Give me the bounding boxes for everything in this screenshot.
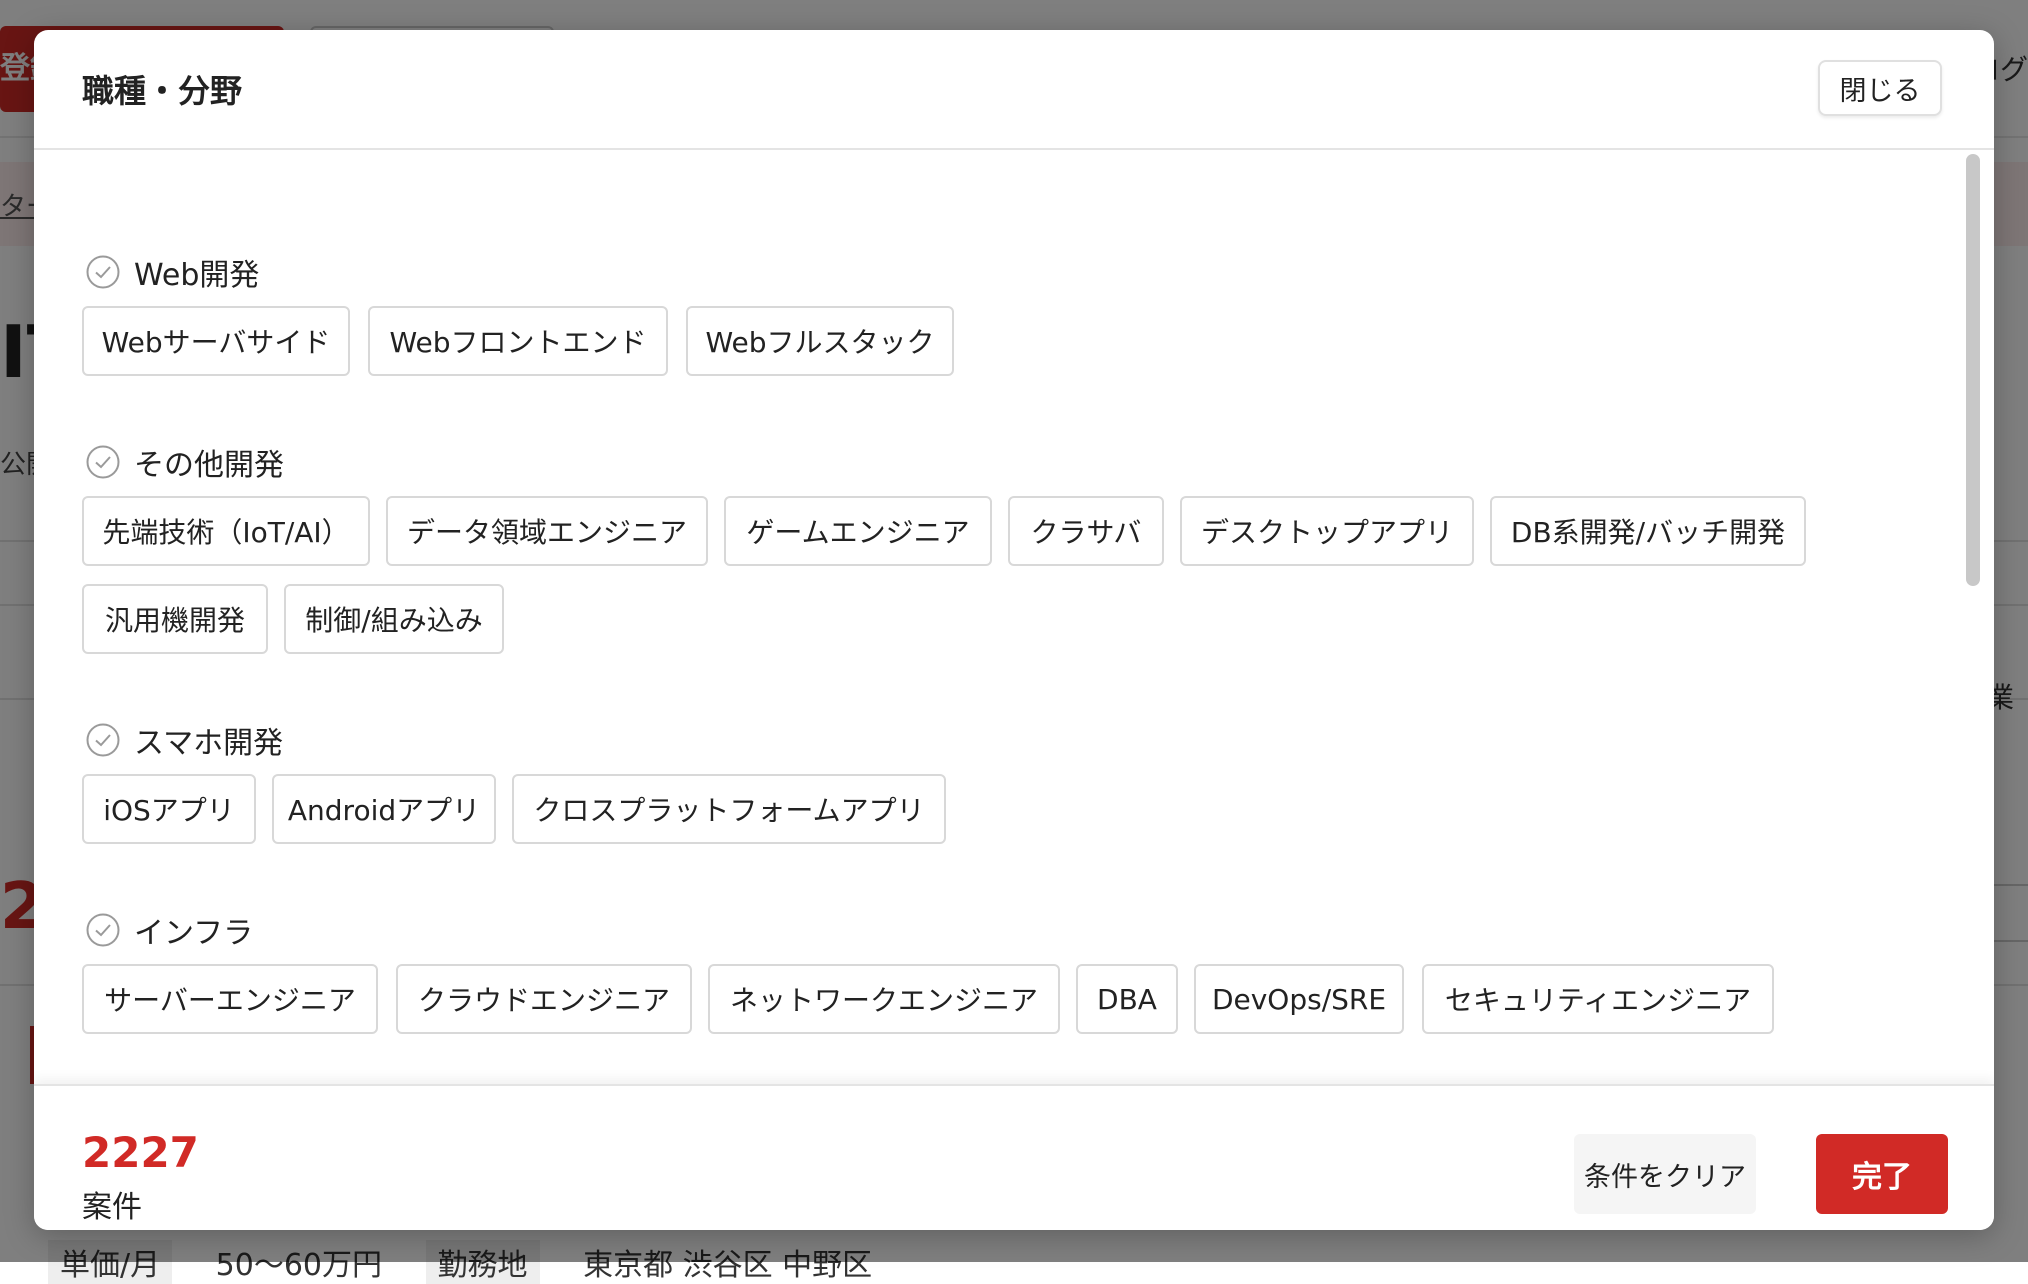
group-label: Web開発 (134, 258, 260, 293)
modal-header: 職種・分野 閉じる (34, 30, 1994, 150)
option-chip-embedded[interactable]: 制御/組み込み (284, 584, 504, 654)
check-circle-icon[interactable] (86, 255, 120, 289)
group-label: スマホ開発 (134, 726, 284, 761)
check-circle-icon[interactable] (86, 445, 120, 479)
option-chip-cross-platform[interactable]: クロスプラットフォームアプリ (512, 774, 946, 844)
option-chip-desktop-app[interactable]: デスクトップアプリ (1180, 496, 1474, 566)
option-chip-security-engineer[interactable]: セキュリティエンジニア (1422, 964, 1774, 1034)
option-chip-devops-sre[interactable]: DevOps/SRE (1194, 964, 1404, 1034)
option-chip-web-server[interactable]: Webサーバサイド (82, 306, 350, 376)
option-chip-client-server[interactable]: クラサバ (1008, 496, 1164, 566)
option-chip-android[interactable]: Androidアプリ (272, 774, 496, 844)
check-circle-icon[interactable] (86, 913, 120, 947)
option-chip-game-engineer[interactable]: ゲームエンジニア (724, 496, 992, 566)
option-chip-db-batch[interactable]: DB系開発/バッチ開発 (1490, 496, 1806, 566)
option-chip-cloud-engineer[interactable]: クラウドエンジニア (396, 964, 692, 1034)
option-chip-web-frontend[interactable]: Webフロントエンド (368, 306, 668, 376)
group-title-other-dev[interactable]: その他開発 (86, 442, 284, 483)
result-count: 2227 (82, 1128, 199, 1177)
group-label: インフラ (134, 916, 254, 951)
option-chip-web-fullstack[interactable]: Webフルスタック (686, 306, 954, 376)
close-button[interactable]: 閉じる (1818, 60, 1942, 116)
option-chip-ios[interactable]: iOSアプリ (82, 774, 256, 844)
option-chip-network-engineer[interactable]: ネットワークエンジニア (708, 964, 1060, 1034)
check-circle-icon[interactable] (86, 723, 120, 757)
modal-footer: 2227 案件 条件をクリア 完了 (34, 1084, 1994, 1230)
modal-title: 職種・分野 (82, 72, 243, 110)
option-chip-mainframe[interactable]: 汎用機開発 (82, 584, 268, 654)
option-chip-server-engineer[interactable]: サーバーエンジニア (82, 964, 378, 1034)
option-chip-advanced-tech[interactable]: 先端技術（IoT/AI） (82, 496, 370, 566)
group-title-infra[interactable]: インフラ (86, 910, 254, 951)
modal-scrollbar[interactable] (1964, 154, 1982, 1084)
done-button[interactable]: 完了 (1816, 1134, 1948, 1214)
option-chip-dba[interactable]: DBA (1076, 964, 1178, 1034)
modal-body[interactable]: Web開発 Webサーバサイド Webフロントエンド Webフルスタック その他… (34, 150, 1958, 1084)
group-title-mobile[interactable]: スマホ開発 (86, 720, 284, 761)
option-chip-data-engineer[interactable]: データ領域エンジニア (386, 496, 708, 566)
group-title-web[interactable]: Web開発 (86, 252, 260, 293)
scrollbar-thumb[interactable] (1966, 154, 1980, 586)
job-category-modal: 職種・分野 閉じる Web開発 Webサーバサイド Webフロントエンド Web… (34, 30, 1994, 1230)
group-label: その他開発 (134, 448, 284, 483)
result-count-unit: 案件 (82, 1190, 142, 1225)
clear-conditions-button[interactable]: 条件をクリア (1574, 1134, 1756, 1214)
